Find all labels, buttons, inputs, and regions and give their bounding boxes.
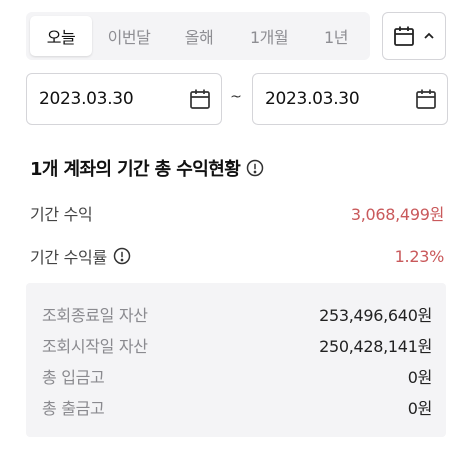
detail-value: 253,496,640원 <box>319 306 432 325</box>
detail-value: 0원 <box>407 368 433 387</box>
calendar-icon[interactable] <box>189 88 211 110</box>
calendar-icon[interactable] <box>415 88 437 110</box>
detail-label: 총 출금고 <box>42 399 105 418</box>
detail-row-end-asset: 조회종료일 자산 253,496,640원 <box>42 302 432 326</box>
summary-title-text: 1개 계좌의 기간 총 수익현황 <box>30 159 241 180</box>
start-date-field[interactable]: 2023.03.30 <box>26 73 222 125</box>
period-tabs: 오늘 이번달 올해 1개월 1년 <box>26 12 370 60</box>
start-date-value: 2023.03.30 <box>39 89 134 109</box>
period-rate-row: 기간 수익률 1.23% <box>30 244 444 268</box>
info-icon[interactable] <box>246 159 264 177</box>
end-date-value: 2023.03.30 <box>265 89 360 109</box>
date-range-separator: ~ <box>230 89 242 105</box>
period-rate-value: 1.23% <box>394 246 445 266</box>
period-profit-label: 기간 수익 <box>30 205 93 224</box>
end-date-field[interactable]: 2023.03.30 <box>252 73 448 125</box>
detail-row-total-withdrawal: 총 출금고 0원 <box>42 395 432 419</box>
tab-this-year[interactable]: 올해 <box>166 16 232 56</box>
period-profit-row: 기간 수익 3,068,499원 <box>30 201 444 225</box>
info-icon[interactable] <box>113 247 131 265</box>
detail-value: 0원 <box>407 399 433 418</box>
tab-today[interactable]: 오늘 <box>30 16 92 56</box>
calendar-icon <box>393 25 415 47</box>
calendar-toggle-button[interactable] <box>382 12 446 60</box>
summary-title: 1개 계좌의 기간 총 수익현황 <box>30 155 264 181</box>
detail-value: 250,428,141원 <box>319 337 432 356</box>
period-profit-value: 3,068,499원 <box>350 205 444 224</box>
period-rate-label: 기간 수익률 <box>30 248 107 267</box>
period-rate-label-group: 기간 수익률 <box>30 244 131 268</box>
detail-label: 총 입금고 <box>42 368 105 387</box>
tab-one-month[interactable]: 1개월 <box>232 16 306 56</box>
detail-label: 조회시작일 자산 <box>42 337 148 356</box>
chevron-up-icon <box>423 30 435 42</box>
tab-one-year[interactable]: 1년 <box>306 16 366 56</box>
detail-row-start-asset: 조회시작일 자산 250,428,141원 <box>42 333 432 357</box>
detail-row-total-deposit: 총 입금고 0원 <box>42 364 432 388</box>
detail-label: 조회종료일 자산 <box>42 306 148 325</box>
asset-detail-panel: 조회종료일 자산 253,496,640원 조회시작일 자산 250,428,1… <box>26 283 446 437</box>
tab-this-month[interactable]: 이번달 <box>92 16 166 56</box>
